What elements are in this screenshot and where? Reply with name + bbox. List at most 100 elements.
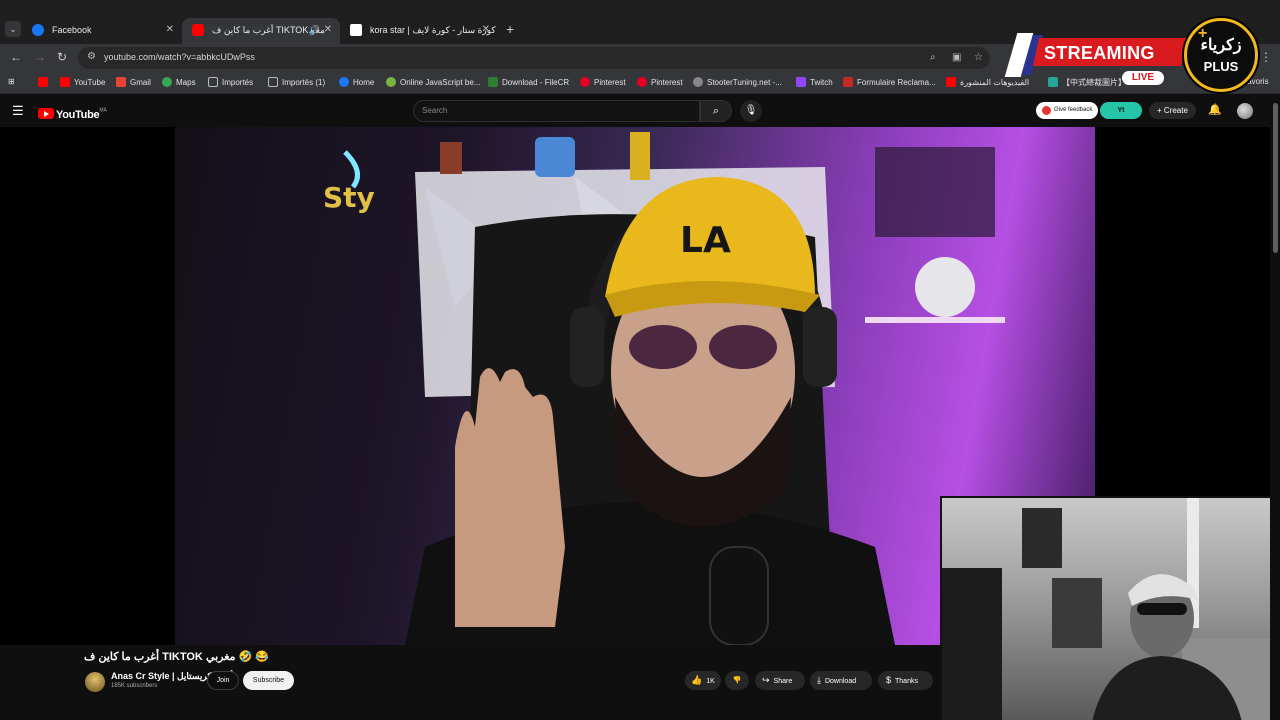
voice-search-button[interactable]: 🎙: [740, 100, 762, 122]
tab-search-button[interactable]: ⌄: [5, 21, 21, 37]
subscriber-count: 185K subscribers: [111, 683, 158, 689]
svg-text:LA: LA: [680, 220, 731, 261]
bookmark-star-icon[interactable]: ☆: [974, 52, 983, 63]
like-button[interactable]: 👍 1K: [685, 671, 721, 690]
browser-menu-icon[interactable]: ⋮: [1260, 50, 1272, 64]
logo-plus-text: PLUS: [1203, 59, 1239, 74]
channel-avatar[interactable]: [85, 672, 105, 692]
streaming-badge: STREAMING LIVE: [1004, 33, 1187, 85]
thumbs-up-icon: 👍: [691, 675, 703, 685]
scrollbar-thumb[interactable]: [1273, 103, 1278, 253]
back-arrow-icon[interactable]: ←: [10, 50, 22, 64]
download-icon: ⤓: [817, 675, 821, 685]
tab-close-icon[interactable]: ✕: [482, 18, 490, 42]
zakaria-plus-logo: + زكرياء PLUS: [1184, 18, 1258, 92]
apps-grid-icon[interactable]: ⊞: [8, 77, 15, 86]
webcam-scene: [942, 498, 1280, 720]
reload-icon[interactable]: ↻: [57, 50, 67, 64]
new-tab-button[interactable]: +: [506, 21, 514, 37]
image-site-icon: [1048, 77, 1058, 87]
bookmark-maps[interactable]: Maps: [162, 77, 196, 87]
facebook-icon: [339, 77, 349, 87]
search-icon: ⌕: [712, 105, 720, 117]
bookmark-pinterest-2[interactable]: Pinterest: [637, 77, 683, 87]
globe-icon: [693, 77, 703, 87]
kora-star-favicon-icon: [350, 24, 362, 36]
video-title: أغرب ما كاين ف TIKTOK مغربي 🤣 😂: [84, 651, 269, 663]
bookmark-youtube-shortcut[interactable]: [38, 77, 52, 87]
address-bar[interactable]: ⚙ youtube.com/watch?v=abbkcUDwPss ⌕ ▣ ☆: [78, 47, 990, 69]
bookmark-arabic-videos[interactable]: الفيديوهات المنشورة: [946, 77, 1029, 87]
share-arrow-icon: ↪: [762, 675, 770, 685]
hamburger-menu-icon[interactable]: ☰: [12, 103, 24, 119]
dislike-button[interactable]: 👎: [725, 671, 749, 690]
share-button[interactable]: ↪ Share: [755, 671, 805, 690]
live-text: LIVE: [1122, 71, 1164, 85]
thanks-button[interactable]: $ Thanks: [878, 671, 933, 690]
youtube-header: ☰ YouTubeMA Search ⌕ 🎙 Give feedback Yt …: [0, 95, 1270, 127]
create-button[interactable]: + Create: [1149, 102, 1196, 119]
zoom-icon[interactable]: ⌕: [930, 52, 936, 63]
pinterest-icon: [637, 77, 647, 87]
youtube-icon: [60, 77, 70, 87]
tab-kora-star[interactable]: kora star | كورة ستار - كورة لايف ✕: [340, 18, 498, 44]
gmail-icon: [116, 77, 126, 87]
notifications-bell-icon[interactable]: 🔔: [1208, 103, 1222, 116]
tab-title: Facebook: [52, 25, 92, 35]
bookmark-pinterest[interactable]: Pinterest: [580, 77, 626, 87]
maps-pin-icon: [162, 77, 172, 87]
thanks-icon: $: [886, 675, 892, 685]
join-button[interactable]: Join: [207, 671, 239, 690]
tab-youtube-video[interactable]: أغرب ما كاين ف TIKTOK مغر 🔊 ✕: [182, 18, 340, 44]
bookmark-youtube[interactable]: YouTube: [60, 77, 105, 87]
tab-facebook[interactable]: Facebook ✕: [22, 18, 182, 44]
folder-icon: [208, 77, 218, 87]
folder-icon: [268, 77, 278, 87]
thumbs-down-icon: 👎: [732, 677, 742, 684]
streamer-webcam-overlay: [940, 496, 1280, 720]
youtube-icon: [38, 77, 48, 87]
search-button[interactable]: ⌕: [700, 100, 732, 122]
bookmark-online-javascript[interactable]: Online JavaScript be...: [386, 77, 480, 87]
subscribe-button[interactable]: Subscribe: [243, 671, 294, 690]
speaker-icon[interactable]: 🔊: [309, 18, 320, 42]
twitch-icon: [796, 77, 806, 87]
tab-close-icon[interactable]: ✕: [166, 18, 174, 42]
bookmark-filecr[interactable]: Download - FileCR: [488, 77, 569, 87]
javascript-site-icon: [386, 77, 396, 87]
bookmark-gmail[interactable]: Gmail: [116, 77, 151, 87]
page-scrollbar[interactable]: [1270, 95, 1280, 720]
account-avatar[interactable]: [1237, 103, 1253, 119]
search-placeholder: Search: [422, 106, 448, 115]
search-input[interactable]: Search: [413, 100, 700, 122]
give-feedback-button[interactable]: Give feedback: [1036, 102, 1099, 119]
logo-arabic-text: زكرياء: [1200, 37, 1242, 54]
bookmark-home[interactable]: Home: [339, 77, 374, 87]
bookmark-twitch[interactable]: Twitch: [796, 77, 833, 87]
url-text: youtube.com/watch?v=abbkcUDwPss: [104, 52, 255, 62]
form-site-icon: [843, 77, 853, 87]
download-button[interactable]: ⤓ Download: [810, 671, 872, 690]
tab-title: kora star | كورة ستار - كورة لايف: [370, 25, 496, 35]
site-info-icon[interactable]: ⚙: [87, 51, 96, 62]
youtube-logo[interactable]: YouTubeMA: [38, 105, 107, 123]
video-info-section: أغرب ما كاين ف TIKTOK مغربي 🤣 😂 Anas Cr …: [0, 645, 940, 720]
bookmark-formulaire[interactable]: Formulaire Reclama...: [843, 77, 936, 87]
bookmark-folder-importes-1[interactable]: Importés (1): [268, 77, 325, 87]
pinterest-icon: [580, 77, 590, 87]
install-app-icon[interactable]: ▣: [952, 52, 961, 63]
streaming-text: STREAMING: [1044, 43, 1155, 63]
forward-arrow-icon[interactable]: →: [34, 50, 46, 64]
microphone-icon: 🎙: [744, 105, 758, 116]
extension-button[interactable]: Yt: [1100, 102, 1142, 119]
facebook-favicon-icon: [32, 24, 44, 36]
plus-icon: +: [1157, 106, 1164, 115]
bookmark-stootertuning[interactable]: StooterTuning.net -...: [693, 77, 782, 87]
tab-close-icon[interactable]: ✕: [324, 18, 332, 42]
filecr-icon: [488, 77, 498, 87]
bookmark-folder-importes[interactable]: Importés: [208, 77, 253, 87]
youtube-play-icon: [38, 108, 54, 119]
svg-text:Sty: Sty: [323, 181, 375, 214]
youtube-favicon-icon: [192, 24, 204, 36]
youtube-icon: [946, 77, 956, 87]
